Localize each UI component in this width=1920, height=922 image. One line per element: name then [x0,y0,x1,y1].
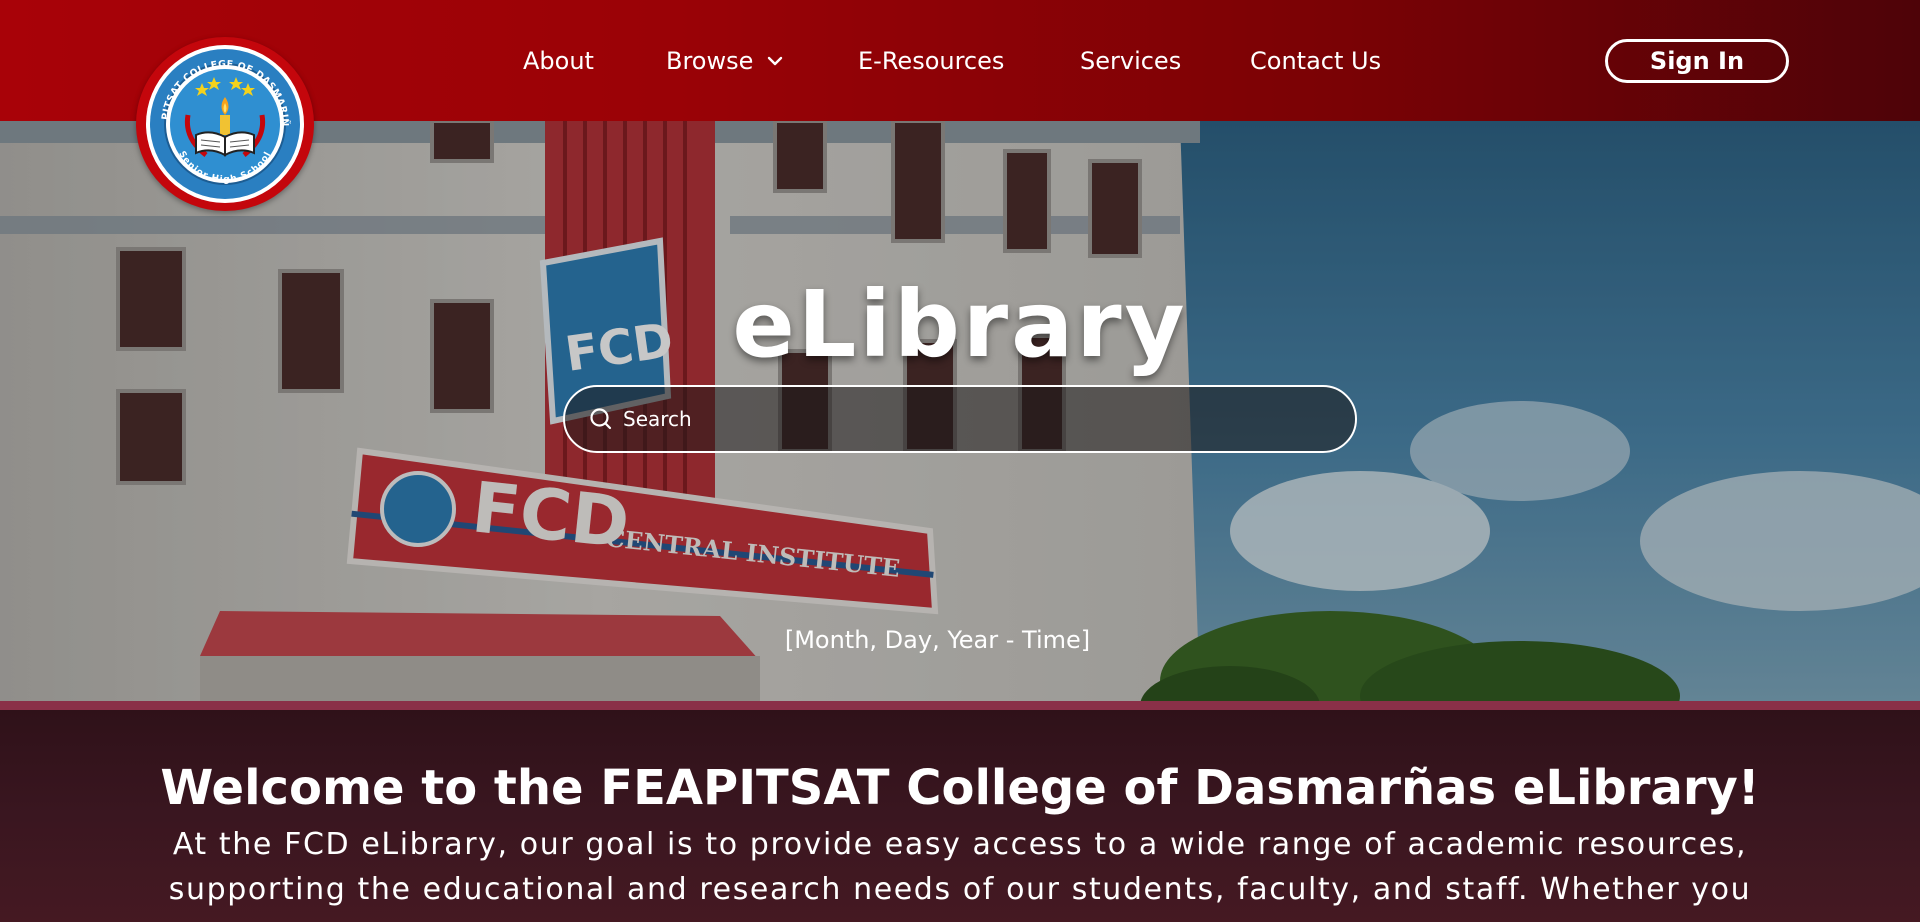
welcome-section: Welcome to the FEAPITSAT College of Dasm… [0,710,1920,922]
welcome-body: At the FCD eLibrary, our goal is to prov… [168,827,1752,922]
welcome-title: Welcome to the FEAPITSAT College of Dasm… [160,760,1760,816]
hero-banner: FCD FCD CENTRAL INSTITUTE eLibrary [Mont… [0,121,1920,701]
nav-link-browse-label: Browse [666,46,754,75]
current-datetime: [Month, Day, Year - Time] [784,626,1091,654]
nav-link-contact-us[interactable]: Contact Us [1250,47,1381,75]
hero-title: eLibrary [732,271,1188,378]
nav-link-e-resources[interactable]: E-Resources [858,47,1004,75]
nav-link-services[interactable]: Services [1080,47,1181,75]
nav-link-about[interactable]: About [523,47,594,75]
search-input[interactable] [623,407,1323,431]
school-logo[interactable]: FEAPITSAT COLLEGE OF DASMARIÑAS Senior H… [136,37,314,211]
search-icon[interactable] [589,407,613,431]
school-seal: FEAPITSAT COLLEGE OF DASMARIÑAS Senior H… [144,43,304,203]
section-divider [0,701,1920,710]
search-bar[interactable] [563,385,1357,453]
sign-in-button[interactable]: Sign In [1605,39,1789,83]
nav-link-browse[interactable]: Browse [666,47,783,75]
chevron-down-icon [767,56,783,66]
